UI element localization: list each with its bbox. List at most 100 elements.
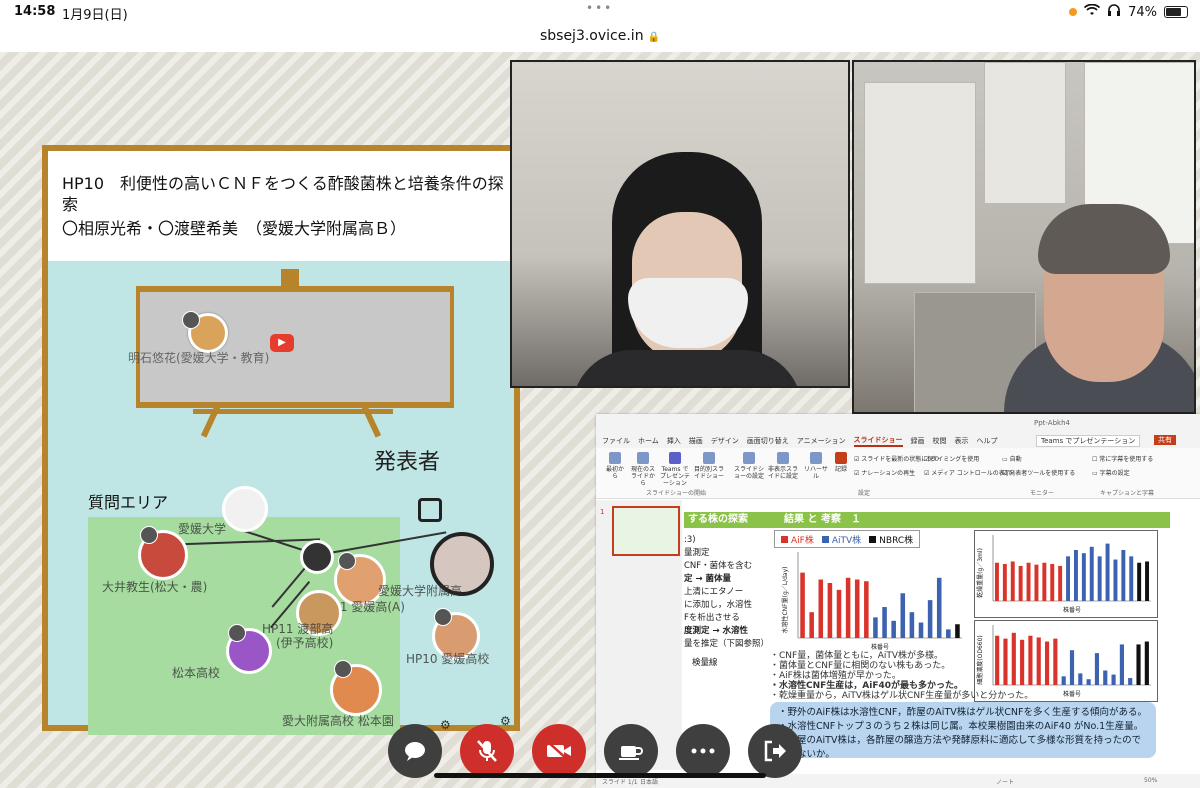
checkbox-timings[interactable]: ☑ タイミングを使用	[924, 454, 979, 463]
headphones-icon	[1107, 4, 1121, 20]
ppt-tab[interactable]: アニメーション	[797, 436, 846, 446]
ppt-tab[interactable]: ファイル	[602, 436, 630, 446]
bar	[1145, 561, 1150, 601]
record-button[interactable]: 記録	[832, 452, 850, 473]
mute-icon	[140, 526, 158, 544]
bar	[1128, 678, 1133, 685]
ppt-tab[interactable]: ヘルプ	[977, 436, 998, 446]
record-icon	[835, 452, 847, 464]
ppt-ribbon: 最初から 現在のスライドから Teams でプレゼンテーション 目的別スライドシ…	[596, 448, 1200, 499]
bar	[1069, 650, 1075, 685]
subtitle-settings[interactable]: ▭ 字幕の設定	[1092, 468, 1130, 477]
ribbon-group-label: 設定	[858, 490, 871, 497]
mic-off-icon	[477, 740, 497, 762]
avatar-name: 松本高校	[172, 666, 221, 680]
address-bar[interactable]: sbsej3.ovice.in 🔒	[0, 24, 1200, 53]
avatar-name: (伊予高校)	[276, 636, 334, 650]
coffee-icon	[619, 746, 643, 760]
checkbox-subtitles[interactable]: ☐ 常に字幕を使用する	[1092, 454, 1153, 463]
leave-button[interactable]	[748, 724, 802, 778]
bar	[1042, 562, 1047, 601]
slide-thumbnail[interactable]	[612, 506, 680, 556]
camera-toggle-button[interactable]	[532, 724, 586, 778]
presentation-board[interactable]	[136, 286, 454, 408]
more-button[interactable]	[676, 724, 730, 778]
checkbox-media-controls[interactable]: ☑ メディア コントロールの表示	[924, 468, 1011, 477]
camera-off-icon	[547, 741, 571, 761]
rehearse-button[interactable]: リハーサル	[804, 452, 828, 480]
hide-slide-button[interactable]: 非表示スライドに設定	[768, 452, 798, 480]
setup-icon	[743, 452, 755, 464]
ppt-tab[interactable]: 描画	[689, 436, 703, 446]
setup-show-button[interactable]: スライドショーの設定	[734, 452, 764, 480]
avatar-name: 明石悠花(愛媛大学・教育)	[128, 351, 270, 365]
checkbox-presenter-view[interactable]: ☑ 発表者ツールを使用する	[1002, 468, 1075, 477]
bar	[1121, 549, 1126, 601]
chat-button[interactable]	[388, 724, 442, 778]
url-text[interactable]: sbsej3.ovice.in	[540, 28, 644, 44]
bar	[1078, 673, 1083, 685]
play-icon	[609, 452, 621, 464]
user-avatar[interactable]	[300, 540, 334, 574]
x-axis-label: 株番号	[1063, 606, 1081, 614]
bar	[1026, 562, 1031, 601]
bar	[1058, 565, 1063, 601]
bar	[873, 617, 878, 638]
checkbox-narration[interactable]: ☑ ナレーションの再生	[854, 468, 915, 477]
from-current-button[interactable]: 現在のスライドから	[630, 452, 656, 487]
background-shelf	[984, 62, 1066, 204]
multitask-dots-icon[interactable]: •••	[586, 1, 613, 15]
chat-icon	[405, 742, 425, 761]
video-tile-teacher[interactable]	[852, 60, 1196, 414]
avatar-name: HP10 愛媛高校	[406, 652, 490, 666]
bar	[1036, 637, 1041, 685]
video-tile-student[interactable]	[510, 60, 850, 388]
chart-legend: AiF株 AiTV株 NBRC株	[774, 530, 921, 548]
bar	[809, 612, 814, 638]
ppt-tab-active[interactable]: スライドショー	[853, 435, 903, 447]
left-section-heading: する株の探索	[684, 512, 774, 528]
poster-header: HP10 利便性の高いＣＮＦをつくる酢酸菌株と培養条件の探索 〇相原光希・〇渡壁…	[48, 151, 514, 261]
legend-item: NBRC株	[869, 533, 913, 546]
status-language: 日本語	[640, 779, 659, 786]
mute-icon	[434, 608, 452, 626]
from-start-button[interactable]: 最初から	[604, 452, 626, 480]
ppt-filename: Ppt-Abkh4	[1034, 419, 1070, 427]
bar	[1136, 644, 1141, 685]
ppt-tab[interactable]: 画面切り替え	[747, 436, 789, 446]
share-button[interactable]: 共有	[1154, 435, 1176, 445]
teams-present-button[interactable]: Teams でプレゼンテーション	[1036, 435, 1141, 447]
ppt-tab[interactable]: 挿入	[667, 436, 681, 446]
speaker-label: 発表者	[374, 450, 441, 475]
bar	[854, 579, 860, 638]
bullet-text: ・乾燥重量から，AiTV株はゲル状CNF生産量が多いと分かった。	[770, 691, 1034, 701]
ppt-tab[interactable]: デザイン	[711, 436, 739, 446]
away-button[interactable]	[604, 724, 658, 778]
bar	[1137, 562, 1142, 601]
wifi-icon	[1083, 3, 1101, 20]
left-section-text: :3) 量測定 CNF・菌体を含む 定 → 菌体量 上清にエタノー に添加し，水溶性 F…	[684, 535, 770, 668]
bar	[836, 589, 842, 638]
ppt-tab[interactable]: 校閲	[933, 436, 947, 446]
play-icon	[637, 452, 649, 464]
bar	[909, 612, 915, 638]
teams-present-ribbon-button[interactable]: Teams でプレゼンテーション	[660, 452, 690, 487]
mic-toggle-button[interactable]	[460, 724, 514, 778]
bar	[946, 629, 951, 638]
zoom-level[interactable]: 50%	[1144, 777, 1157, 784]
ppt-tab[interactable]: ホーム	[638, 436, 659, 446]
notes-button[interactable]: ノート	[996, 777, 1014, 786]
mute-icon	[338, 552, 356, 570]
ppt-tab[interactable]: 表示	[955, 436, 969, 446]
ppt-tab[interactable]: 録画	[911, 436, 925, 446]
home-indicator[interactable]	[434, 773, 766, 778]
custom-show-button[interactable]: 目的別スライドショー	[694, 452, 724, 480]
bar	[1003, 638, 1008, 685]
bar	[1034, 564, 1039, 601]
bar	[1081, 553, 1086, 601]
user-avatar[interactable]	[222, 486, 268, 532]
y-axis-label: 乾燥重量(g／3ml)	[976, 548, 984, 598]
bar	[955, 624, 960, 638]
dry-weight-bar-chart: 乾燥重量(g／3ml) 株番号	[976, 535, 1151, 614]
monitor-select[interactable]: ▭ 自動	[1002, 454, 1022, 463]
